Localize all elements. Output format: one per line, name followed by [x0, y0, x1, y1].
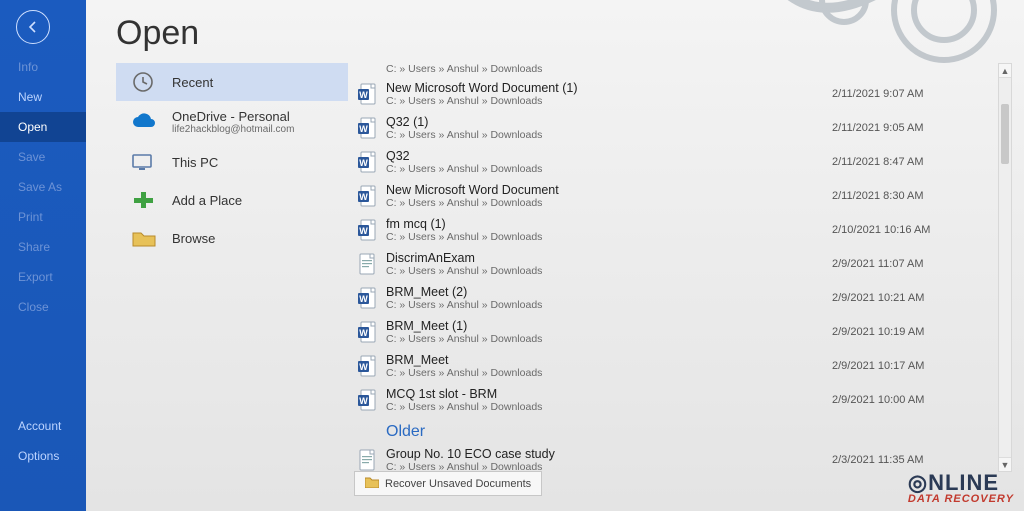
- word-doc-icon: [354, 287, 380, 309]
- folder-icon: [130, 227, 158, 249]
- nav-item-save[interactable]: Save: [0, 142, 86, 172]
- file-path: C: » Users » Anshul » Downloads: [386, 129, 832, 141]
- places-list: Recent OneDrive - Personallife2hackblog@h…: [116, 63, 348, 500]
- recover-unsaved-button[interactable]: Recover Unsaved Documents: [354, 471, 542, 496]
- place-recent[interactable]: Recent: [116, 63, 348, 101]
- backstage-body: Open Recent OneDrive - Personallife2hackb…: [86, 0, 1024, 511]
- nav-item-print[interactable]: Print: [0, 202, 86, 232]
- word-doc-icon: [354, 83, 380, 105]
- file-name: New Microsoft Word Document (1): [386, 81, 832, 95]
- place-onedrive[interactable]: OneDrive - Personallife2hackblog@hotmail…: [116, 101, 348, 143]
- plus-icon: [130, 189, 158, 211]
- file-path: C: » Users » Anshul » Downloads: [386, 299, 832, 311]
- word-doc-icon: [354, 389, 380, 411]
- file-path: C: » Users » Anshul » Downloads: [386, 231, 832, 243]
- document-icon: [354, 253, 380, 275]
- word-doc-icon: [354, 185, 380, 207]
- file-date: 2/9/2021 10:00 AM: [832, 394, 982, 406]
- file-path: C: » Users » Anshul » Downloads: [386, 197, 832, 209]
- nav-item-options[interactable]: Options: [0, 441, 86, 471]
- file-date: 2/9/2021 10:21 AM: [832, 292, 982, 304]
- nav-item-share[interactable]: Share: [0, 232, 86, 262]
- file-name: fm mcq (1): [386, 217, 832, 231]
- file-row[interactable]: New Microsoft Word Document (1)C: » User…: [354, 77, 982, 111]
- file-row[interactable]: Q32C: » Users » Anshul » Downloads2/11/2…: [354, 145, 982, 179]
- place-add[interactable]: Add a Place: [116, 181, 348, 219]
- file-name: BRM_Meet (2): [386, 285, 832, 299]
- file-name: BRM_Meet: [386, 353, 832, 367]
- file-path: C: » Users » Anshul » Downloads: [386, 95, 832, 107]
- file-row[interactable]: New Microsoft Word DocumentC: » Users » …: [354, 179, 982, 213]
- file-row[interactable]: BRM_Meet (1)C: » Users » Anshul » Downlo…: [354, 315, 982, 349]
- file-date: 2/9/2021 11:07 AM: [832, 258, 982, 270]
- back-button[interactable]: [16, 10, 50, 44]
- recent-files-panel: C: » Users » Anshul » DownloadsNew Micro…: [354, 63, 1024, 500]
- place-label: Recent: [172, 75, 213, 90]
- file-path: C: » Users » Anshul » Downloads: [386, 265, 832, 277]
- file-path: C: » Users » Anshul » Downloads: [354, 63, 982, 75]
- file-date: 2/11/2021 9:05 AM: [832, 122, 982, 134]
- files-scrollbar[interactable]: ▲ ▼: [998, 63, 1012, 472]
- document-icon: [354, 449, 380, 471]
- file-name: MCQ 1st slot - BRM: [386, 387, 832, 401]
- file-name: BRM_Meet (1): [386, 319, 832, 333]
- pc-icon: [130, 151, 158, 173]
- file-path: C: » Users » Anshul » Downloads: [386, 333, 832, 345]
- word-doc-icon: [354, 321, 380, 343]
- file-date: 2/11/2021 8:30 AM: [832, 190, 982, 202]
- file-name: Q32 (1): [386, 115, 832, 129]
- file-row[interactable]: Q32 (1)C: » Users » Anshul » Downloads2/…: [354, 111, 982, 145]
- file-date: 2/11/2021 9:07 AM: [832, 88, 982, 100]
- cloud-icon: [130, 111, 158, 133]
- nav-item-open[interactable]: Open: [0, 112, 86, 142]
- file-name: Group No. 10 ECO case study: [386, 447, 832, 461]
- word-doc-icon: [354, 355, 380, 377]
- place-label: Add a Place: [172, 193, 242, 208]
- file-row[interactable]: DiscrimAnExamC: » Users » Anshul » Downl…: [354, 247, 982, 281]
- nav-item-export[interactable]: Export: [0, 262, 86, 292]
- file-date: 2/11/2021 8:47 AM: [832, 156, 982, 168]
- scroll-down-icon[interactable]: ▼: [999, 457, 1011, 471]
- file-date: 2/9/2021 10:17 AM: [832, 360, 982, 372]
- nav-item-new[interactable]: New: [0, 82, 86, 112]
- file-path: C: » Users » Anshul » Downloads: [386, 367, 832, 379]
- file-name: DiscrimAnExam: [386, 251, 832, 265]
- place-label: This PC: [172, 155, 218, 170]
- file-row[interactable]: BRM_MeetC: » Users » Anshul » Downloads2…: [354, 349, 982, 383]
- file-date: 2/9/2021 10:19 AM: [832, 326, 982, 338]
- arrow-left-icon: [25, 19, 41, 35]
- folder-icon: [365, 476, 379, 491]
- file-date: 2/10/2021 10:16 AM: [832, 224, 982, 236]
- nav-item-account[interactable]: Account: [0, 411, 86, 441]
- file-row[interactable]: fm mcq (1)C: » Users » Anshul » Download…: [354, 213, 982, 247]
- backstage-nav: InfoNewOpenSaveSave AsPrintShareExportCl…: [0, 0, 86, 511]
- file-row[interactable]: BRM_Meet (2)C: » Users » Anshul » Downlo…: [354, 281, 982, 315]
- word-doc-icon: [354, 151, 380, 173]
- file-name: Q32: [386, 149, 832, 163]
- scroll-up-icon[interactable]: ▲: [999, 64, 1011, 78]
- clock-icon: [130, 71, 158, 93]
- file-path: C: » Users » Anshul » Downloads: [386, 163, 832, 175]
- nav-item-save-as[interactable]: Save As: [0, 172, 86, 202]
- recover-label: Recover Unsaved Documents: [385, 478, 531, 490]
- file-name: New Microsoft Word Document: [386, 183, 832, 197]
- word-doc-icon: [354, 219, 380, 241]
- nav-item-close[interactable]: Close: [0, 292, 86, 322]
- word-doc-icon: [354, 117, 380, 139]
- file-date: 2/3/2021 11:35 AM: [832, 454, 982, 466]
- file-path: C: » Users » Anshul » Downloads: [386, 401, 832, 413]
- place-sublabel: life2hackblog@hotmail.com: [172, 124, 294, 135]
- file-row[interactable]: MCQ 1st slot - BRMC: » Users » Anshul » …: [354, 383, 982, 417]
- place-this[interactable]: This PC: [116, 143, 348, 181]
- nav-item-info[interactable]: Info: [0, 52, 86, 82]
- section-older: Older: [386, 423, 982, 441]
- page-title: Open: [116, 14, 1024, 53]
- place-browse[interactable]: Browse: [116, 219, 348, 257]
- scroll-thumb[interactable]: [1001, 104, 1009, 164]
- place-label: Browse: [172, 231, 215, 246]
- place-label: OneDrive - Personal: [172, 109, 294, 124]
